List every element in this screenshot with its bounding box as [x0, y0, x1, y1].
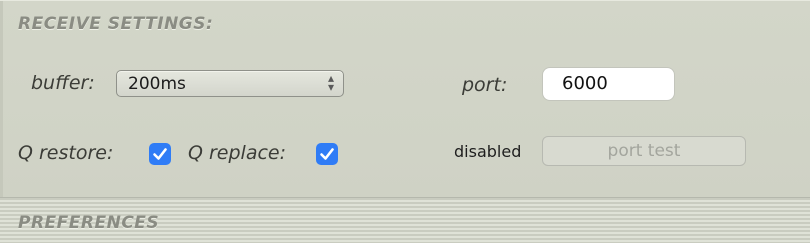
q-restore-checkbox[interactable] [149, 143, 171, 165]
buffer-select[interactable]: 200ms ▴ ▾ [116, 70, 344, 97]
port-test-button[interactable]: port test [542, 136, 746, 166]
port-input[interactable]: 6000 [543, 68, 674, 100]
port-label: port: [462, 74, 508, 96]
port-status-text: disabled [454, 142, 522, 161]
preferences-section-header[interactable]: PREFERENCES [0, 197, 810, 243]
buffer-select-value: 200ms [128, 74, 186, 94]
section-title-receive-settings: RECEIVE SETTINGS: [18, 14, 214, 34]
buffer-label: buffer: [31, 72, 95, 94]
checkmark-icon [153, 148, 167, 160]
chevron-updown-icon: ▴ ▾ [327, 71, 334, 94]
section-title-preferences: PREFERENCES [18, 213, 160, 233]
q-replace-label: Q replace: [188, 142, 287, 164]
receive-settings-panel: RECEIVE SETTINGS: buffer: 200ms ▴ ▾ port:… [0, 0, 810, 243]
q-replace-checkbox[interactable] [316, 143, 338, 165]
q-restore-label: Q restore: [18, 142, 114, 164]
checkmark-icon [320, 148, 334, 160]
